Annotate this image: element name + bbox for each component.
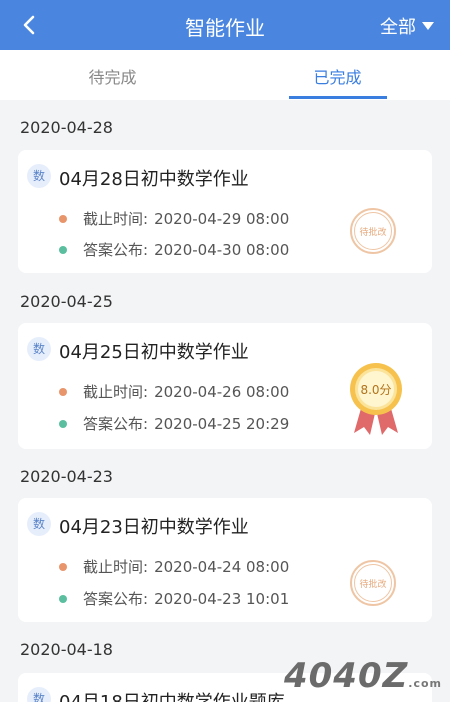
filter-dropdown[interactable]: 全部 bbox=[380, 13, 434, 39]
deadline-dot-icon bbox=[59, 562, 67, 571]
tab-pending[interactable]: 待完成 bbox=[0, 64, 225, 88]
answer-label: 答案公布: bbox=[83, 241, 149, 259]
assignment-card[interactable]: 数 04月28日初中数学作业 截止时间: 2020-04-29 08:00 答案… bbox=[18, 150, 432, 273]
subject-badge: 数 bbox=[27, 687, 51, 702]
answer-dot-icon bbox=[59, 245, 67, 254]
deadline-label: 截止时间: bbox=[83, 210, 149, 228]
date-header: 2020-04-25 bbox=[20, 292, 113, 311]
deadline-label: 截止时间: bbox=[83, 558, 149, 576]
site-watermark-logo: 4040Z.com bbox=[283, 656, 442, 696]
deadline-label: 截止时间: bbox=[83, 383, 149, 401]
caret-down-icon bbox=[422, 22, 434, 30]
tab-completed[interactable]: 已完成 bbox=[225, 64, 450, 88]
date-header: 2020-04-23 bbox=[20, 467, 113, 486]
assignment-title: 04月25日初中数学作业 bbox=[59, 342, 249, 363]
answer-value: 2020-04-23 10:01 bbox=[154, 589, 290, 608]
tab-bar: 待完成 已完成 bbox=[0, 50, 450, 100]
assignment-card[interactable]: 数 04月25日初中数学作业 截止时间: 2020-04-26 08:00 答案… bbox=[18, 323, 432, 449]
assignment-title: 04月23日初中数学作业 bbox=[59, 517, 249, 538]
top-app-bar: 智能作业 全部 bbox=[0, 0, 450, 50]
answer-row: 答案公布: 2020-04-30 08:00 bbox=[59, 239, 289, 260]
assignment-card[interactable]: 数 04月23日初中数学作业 截止时间: 2020-04-24 08:00 答案… bbox=[18, 498, 432, 622]
deadline-row: 截止时间: 2020-04-29 08:00 bbox=[59, 208, 289, 229]
deadline-row: 截止时间: 2020-04-26 08:00 bbox=[59, 381, 289, 402]
answer-label: 答案公布: bbox=[83, 415, 149, 433]
deadline-dot-icon bbox=[59, 387, 67, 396]
active-tab-indicator bbox=[289, 96, 387, 99]
deadline-row: 截止时间: 2020-04-24 08:00 bbox=[59, 556, 289, 577]
subject-badge: 数 bbox=[27, 337, 51, 361]
subject-badge: 数 bbox=[27, 164, 51, 188]
pending-review-stamp: 待批改 bbox=[350, 560, 396, 606]
subject-badge: 数 bbox=[27, 512, 51, 536]
answer-row: 答案公布: 2020-04-23 10:01 bbox=[59, 588, 289, 609]
stamp-label: 待批改 bbox=[354, 212, 392, 250]
date-header: 2020-04-18 bbox=[20, 640, 113, 659]
answer-row: 答案公布: 2020-04-25 20:29 bbox=[59, 413, 289, 434]
answer-dot-icon bbox=[59, 419, 67, 428]
answer-dot-icon bbox=[59, 594, 67, 603]
score-medal-icon: 8.0分 bbox=[350, 363, 402, 435]
filter-label: 全部 bbox=[380, 17, 416, 38]
deadline-value: 2020-04-29 08:00 bbox=[154, 209, 290, 228]
assignment-title: 04月28日初中数学作业 bbox=[59, 169, 249, 190]
assignment-title: 04月18日初中数学作业题库 bbox=[59, 688, 285, 702]
answer-value: 2020-04-25 20:29 bbox=[154, 414, 290, 433]
answer-value: 2020-04-30 08:00 bbox=[154, 240, 290, 259]
score-text: 8.0分 bbox=[360, 383, 391, 397]
deadline-value: 2020-04-24 08:00 bbox=[154, 557, 290, 576]
answer-label: 答案公布: bbox=[83, 590, 149, 608]
deadline-value: 2020-04-26 08:00 bbox=[154, 382, 290, 401]
date-header: 2020-04-28 bbox=[20, 118, 113, 137]
pending-review-stamp: 待批改 bbox=[350, 208, 396, 254]
stamp-label: 待批改 bbox=[354, 564, 392, 602]
deadline-dot-icon bbox=[59, 214, 67, 223]
